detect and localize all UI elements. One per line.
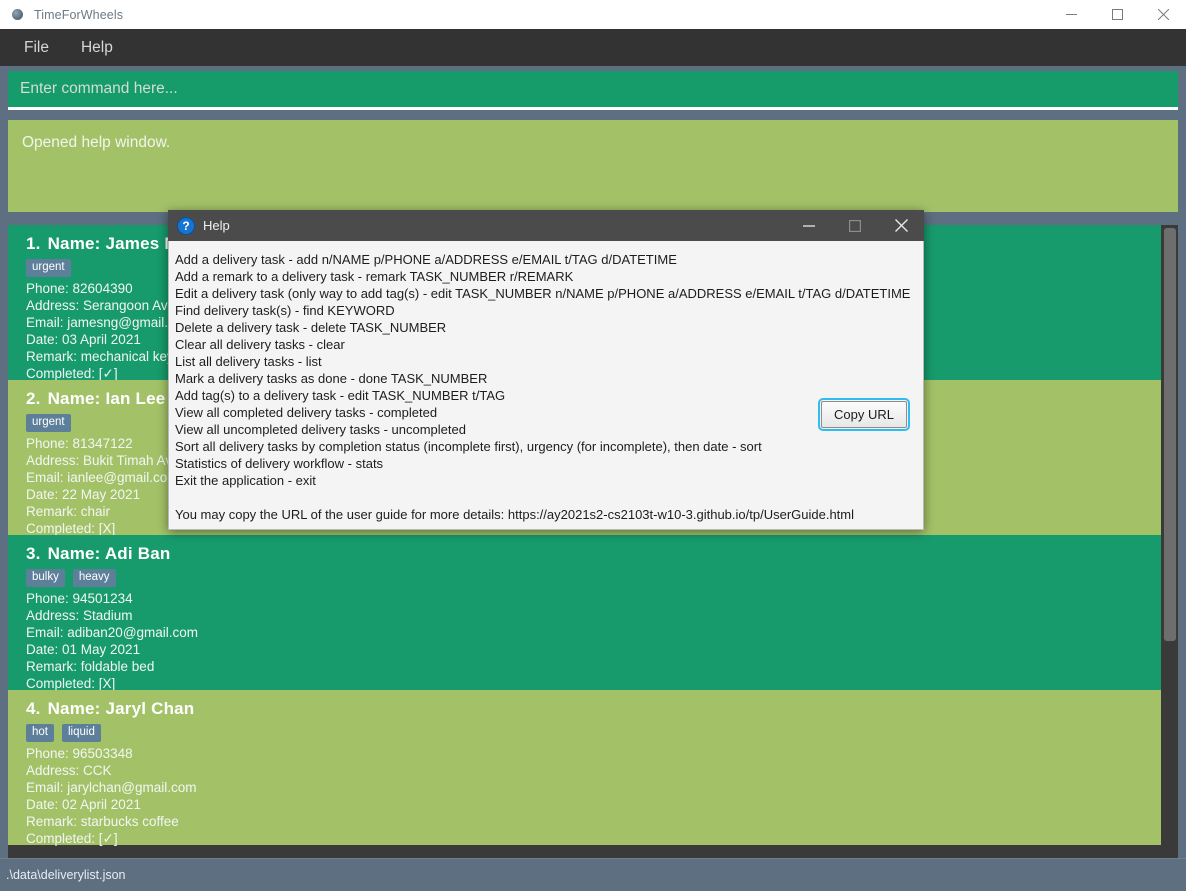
minimize-icon[interactable]: [1048, 0, 1094, 29]
menu-item-help[interactable]: Help: [67, 35, 127, 61]
task-email: Email: jarylchan@gmail.com: [26, 779, 197, 795]
task-name: Name: James Ng: [47, 234, 188, 253]
result-display: Opened help window.: [8, 120, 1178, 212]
scrollbar-thumb[interactable]: [1164, 228, 1176, 641]
help-line: Add a remark to a delivery task - remark…: [175, 269, 574, 284]
task-index: 1.: [26, 234, 41, 253]
status-bar: .\data\deliverylist.json: [0, 858, 1186, 891]
task-tag: urgent: [26, 259, 71, 277]
task-email: Email: adiban20@gmail.com: [26, 624, 199, 640]
result-display-text: Opened help window.: [22, 134, 171, 151]
question-mark-icon: ?: [177, 216, 195, 235]
close-icon[interactable]: [1140, 0, 1186, 29]
command-input[interactable]: Enter command here...: [8, 71, 1178, 110]
task-phone: Phone: 94501234: [26, 590, 133, 606]
copy-url-button[interactable]: Copy URL: [818, 398, 910, 431]
help-line: View all uncompleted delivery tasks - un…: [175, 422, 466, 437]
window-controls: [1048, 0, 1186, 29]
task-address: Address: CCK: [26, 762, 112, 778]
task-tag: urgent: [26, 414, 71, 432]
task-completed: Completed: [✓]: [26, 830, 118, 846]
task-tags: bulky heavy: [26, 569, 1161, 587]
task-remark: Remark: foldable bed: [26, 658, 155, 674]
task-card[interactable]: 4. Name: Jaryl Chan hot liquid Phone: 965…: [8, 690, 1161, 846]
help-minimize-icon[interactable]: [786, 210, 832, 241]
help-dialog-body: Add a delivery task - add n/NAME p/PHONE…: [168, 241, 924, 530]
help-dialog-title: Help: [203, 218, 230, 233]
task-tag: heavy: [72, 569, 116, 587]
menubar: File Help: [0, 29, 1186, 66]
help-maximize-icon: [832, 210, 878, 241]
help-line: Add tag(s) to a delivery task - edit TAS…: [175, 388, 506, 403]
window-title: TimeForWheels: [34, 7, 124, 22]
task-phone: Phone: 96503348: [26, 745, 133, 761]
help-spacer: [175, 489, 923, 506]
task-index: 4.: [26, 699, 41, 718]
help-url-line: You may copy the URL of the user guide f…: [175, 507, 855, 522]
task-address: Address: Stadium: [26, 607, 133, 623]
help-line: Clear all delivery tasks - clear: [175, 337, 345, 352]
command-input-placeholder: Enter command here...: [20, 80, 178, 97]
task-name: Name: Ian Lee: [47, 389, 166, 408]
task-remark: Remark: starbucks coffee: [26, 813, 179, 829]
help-line: Exit the application - exit: [175, 473, 316, 488]
status-bar-file-path: .\data\deliverylist.json: [6, 868, 126, 882]
task-index: 2.: [26, 389, 41, 408]
task-name: Name: Jaryl Chan: [47, 699, 195, 718]
help-line: List all delivery tasks - list: [175, 354, 322, 369]
help-line: Edit a delivery task (only way to add ta…: [175, 286, 911, 301]
task-tag: liquid: [62, 724, 101, 742]
application-window: TimeForWheels File Help Enter command he…: [0, 0, 1186, 891]
help-line: Delete a delivery task - delete TASK_NUM…: [175, 320, 447, 335]
maximize-icon[interactable]: [1094, 0, 1140, 29]
help-line: Statistics of delivery workflow - stats: [175, 456, 384, 471]
menu-item-file[interactable]: File: [10, 35, 63, 61]
task-card-title: 4. Name: Jaryl Chan: [26, 699, 1161, 719]
task-tag: bulky: [26, 569, 65, 587]
task-index: 3.: [26, 544, 41, 563]
help-close-icon[interactable]: [878, 210, 924, 241]
task-date: Date: 02 April 2021: [26, 796, 141, 812]
help-dialog: ? Help Add a delivery task - add n/NAME …: [168, 210, 924, 530]
help-line: Mark a delivery tasks as done - done TAS…: [175, 371, 488, 386]
help-line: Find delivery task(s) - find KEYWORD: [175, 303, 395, 318]
window-titlebar: TimeForWheels: [0, 0, 1186, 29]
task-card[interactable]: 3. Name: Adi Ban bulky heavy Phone: 94501…: [8, 535, 1161, 691]
task-card-title: 3. Name: Adi Ban: [26, 544, 1161, 564]
task-date: Date: 01 May 2021: [26, 641, 141, 657]
task-tags: hot liquid: [26, 724, 1161, 742]
help-line: Add a delivery task - add n/NAME p/PHONE…: [175, 252, 677, 267]
help-dialog-controls: [786, 210, 924, 241]
task-tag: hot: [26, 724, 54, 742]
app-icon: [10, 7, 26, 23]
task-list-scrollbar[interactable]: [1161, 225, 1178, 859]
help-dialog-titlebar: ? Help: [168, 210, 924, 241]
help-line: View all completed delivery tasks - comp…: [175, 405, 438, 420]
help-line: Sort all delivery tasks by completion st…: [175, 439, 762, 454]
task-name: Name: Adi Ban: [47, 544, 171, 563]
